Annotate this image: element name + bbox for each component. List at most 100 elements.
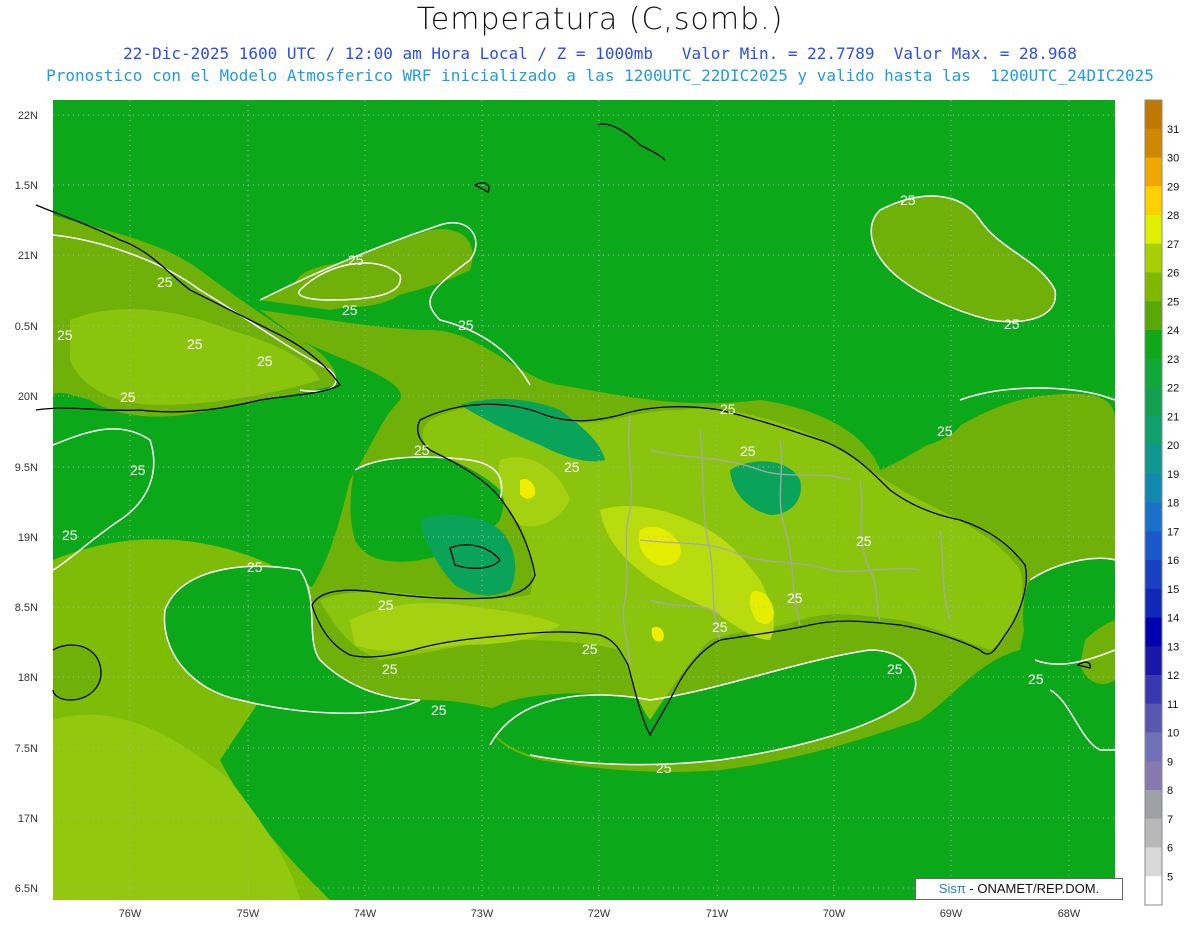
contour-label: 25 (887, 661, 903, 677)
colorbar-swatch (1145, 502, 1162, 532)
contour-label: 25 (458, 317, 474, 333)
colorbar-swatch (1145, 215, 1162, 245)
latitude-axis: 22N 1.5N 21N 0.5N 20N 9.5N 19N 8.5N 18N … (15, 110, 38, 895)
lat-label: 8.5N (15, 602, 38, 614)
contour-label: 25 (582, 641, 598, 657)
contour-label: 25 (740, 443, 756, 459)
colorbar-label: 9 (1167, 756, 1173, 768)
lat-label: 20N (18, 391, 38, 403)
lat-label: 7.5N (15, 743, 38, 755)
contour-label: 25 (382, 661, 398, 677)
colorbar-swatch (1145, 473, 1162, 503)
contour-label: 25 (1004, 316, 1020, 332)
lat-label: 0.5N (15, 321, 38, 333)
colorbar-swatch (1145, 358, 1162, 388)
lat-label: 18N (18, 672, 38, 684)
colorbar-swatch (1145, 128, 1162, 158)
lon-label: 72W (588, 908, 611, 920)
contour-label: 25 (720, 401, 736, 417)
contour-label: 25 (348, 252, 364, 268)
lon-label: 70W (823, 908, 846, 920)
colorbar-label: 19 (1167, 469, 1179, 481)
colorbar-label: 17 (1167, 526, 1179, 538)
credit-text: - ONAMET/REP.DOM. (965, 881, 1100, 896)
contour-label: 25 (564, 459, 580, 475)
lon-label: 74W (354, 908, 377, 920)
contour-label: 25 (900, 192, 916, 208)
lat-label: 19N (18, 532, 38, 544)
colorbar-label: 5 (1167, 871, 1173, 883)
contour-label: 25 (130, 462, 146, 478)
colorbar-swatch (1145, 818, 1162, 848)
temperature-map: 22N 1.5N 21N 0.5N 20N 9.5N 19N 8.5N 18N … (15, 99, 1179, 920)
colorbar-swatch (1145, 243, 1162, 273)
colorbar-label: 6 (1167, 843, 1173, 855)
colorbar-label: 11 (1167, 699, 1178, 711)
colorbar-label: 23 (1167, 354, 1179, 366)
colorbar-swatch (1145, 531, 1162, 561)
colorbar-label: 8 (1167, 785, 1173, 797)
colorbar-swatch (1145, 588, 1162, 618)
contour-label: 25 (247, 559, 263, 575)
credit-box: Sisπ - ONAMET/REP.DOM. (915, 878, 1123, 900)
lon-label: 71W (706, 908, 729, 920)
contour-label: 25 (62, 527, 78, 543)
colorbar-label: 27 (1167, 239, 1179, 251)
colorbar-label: 13 (1167, 641, 1179, 653)
lat-label: 6.5N (15, 883, 38, 895)
colorbar-label: 7 (1167, 814, 1173, 826)
colorbar-label: 29 (1167, 181, 1179, 193)
contour-label: 25 (157, 274, 173, 290)
colorbar-swatch (1145, 617, 1162, 647)
colorbar-swatch (1145, 790, 1162, 820)
lon-label: 75W (237, 908, 260, 920)
colorbar-label: 25 (1167, 296, 1179, 308)
colorbar-swatch (1145, 847, 1162, 877)
colorbar-label: 16 (1167, 555, 1179, 567)
contour-label: 25 (120, 389, 136, 405)
contour-label: 25 (1028, 671, 1044, 687)
colorbar-label: 30 (1167, 153, 1179, 165)
contour-label: 25 (257, 353, 273, 369)
colorbar-label: 24 (1167, 325, 1179, 337)
colorbar-swatch (1145, 445, 1162, 475)
colorbar-swatch (1145, 876, 1162, 906)
colorbar-swatch (1145, 732, 1162, 762)
colorbar-label: 31 (1167, 124, 1179, 136)
colorbar-swatch (1145, 761, 1162, 791)
colorbar-label: 21 (1167, 411, 1179, 423)
contour-label: 25 (656, 760, 672, 776)
lat-label: 17N (18, 813, 38, 825)
colorbar-label: 14 (1167, 613, 1179, 625)
lon-label: 69W (940, 908, 963, 920)
colorbar-swatch (1145, 560, 1162, 590)
sispi-logo: Sisπ (938, 881, 966, 896)
colorbar-swatch (1145, 646, 1162, 676)
colorbar-label: 26 (1167, 268, 1179, 280)
colorbar-label: 15 (1167, 584, 1179, 596)
colorbar-label: 12 (1167, 670, 1179, 682)
contour-label: 25 (712, 619, 728, 635)
colorbar-label: 18 (1167, 498, 1179, 510)
contour-label: 25 (378, 597, 394, 613)
colorbar-swatch (1145, 416, 1162, 446)
colorbar-swatch (1145, 186, 1162, 216)
colorbar-swatch (1145, 100, 1162, 130)
lat-label: 1.5N (15, 180, 38, 192)
lat-label: 9.5N (15, 462, 38, 474)
contour-label: 25 (787, 590, 803, 606)
colorbar-swatch (1145, 387, 1162, 417)
contour-label: 25 (414, 442, 430, 458)
colorbar-label: 28 (1167, 210, 1179, 222)
colorbar-swatch (1145, 301, 1162, 331)
contour-label: 25 (431, 702, 447, 718)
longitude-axis: 76W 75W 74W 73W 72W 71W 70W 69W 68W (119, 908, 1081, 920)
contour-label: 25 (187, 336, 203, 352)
lon-label: 68W (1058, 908, 1081, 920)
lon-label: 76W (119, 908, 142, 920)
colorbar-swatch (1145, 703, 1162, 733)
colorbar-swatch (1145, 272, 1162, 302)
colorbar-label: 20 (1167, 440, 1179, 452)
bahamas-patch (295, 263, 405, 307)
contour-label: 25 (342, 302, 358, 318)
